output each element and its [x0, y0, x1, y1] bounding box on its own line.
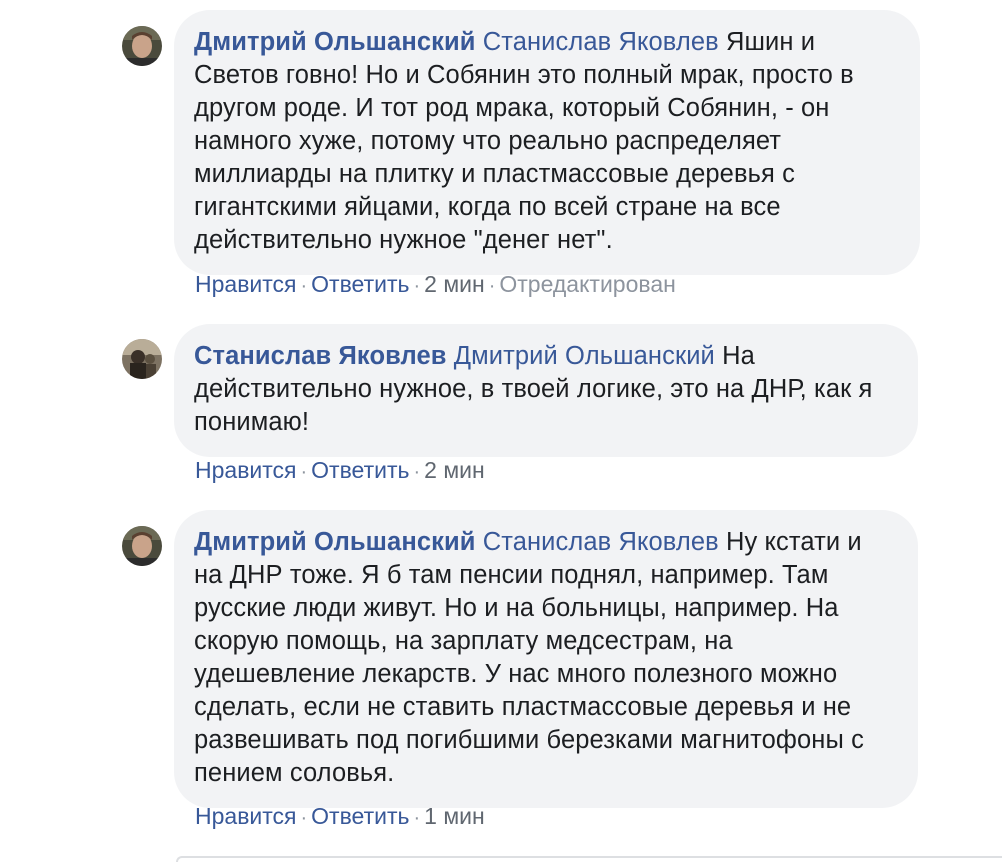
separator: ·: [413, 461, 421, 483]
comment-actions: Нравится · Ответить · 2 мин · Отредактирован: [195, 269, 676, 301]
next-comment-edge: [176, 856, 1002, 862]
mention-link[interactable]: Дмитрий Ольшанский: [454, 342, 715, 370]
separator: ·: [413, 807, 421, 829]
reply-button[interactable]: Ответить: [311, 271, 409, 297]
comment-bubble: Станислав Яковлев Дмитрий Ольшанский На …: [174, 324, 918, 457]
timestamp[interactable]: 2 мин: [424, 271, 485, 297]
edited-label[interactable]: Отредактирован: [499, 271, 675, 297]
comment-author-link[interactable]: Дмитрий Ольшанский: [194, 28, 476, 56]
avatar[interactable]: [122, 26, 162, 66]
comment-text: Ну кстати и на ДНР тоже. Я б там пенсии …: [194, 528, 864, 787]
avatar-image: [122, 339, 162, 379]
separator: ·: [300, 461, 308, 483]
comment-actions: Нравится · Ответить · 1 мин: [195, 801, 485, 833]
reply-button[interactable]: Ответить: [311, 803, 409, 829]
avatar[interactable]: [122, 526, 162, 566]
like-button[interactable]: Нравится: [195, 803, 297, 829]
separator: ·: [300, 807, 308, 829]
comment-author-link[interactable]: Дмитрий Ольшанский: [194, 528, 476, 556]
comment-thread: Дмитрий Ольшанский Станислав Яковлев Яши…: [0, 0, 1002, 862]
comment-text: Яшин и Светов говно! Но и Собянин это по…: [194, 28, 854, 254]
comment-bubble: Дмитрий Ольшанский Станислав Яковлев Яши…: [174, 10, 920, 275]
avatar-image: [122, 526, 162, 566]
like-button[interactable]: Нравится: [195, 271, 297, 297]
timestamp[interactable]: 2 мин: [424, 457, 485, 483]
avatar[interactable]: [122, 339, 162, 379]
mention-link[interactable]: Станислав Яковлев: [483, 528, 719, 556]
comment-bubble: Дмитрий Ольшанский Станислав Яковлев Ну …: [174, 510, 918, 808]
comment-author-link[interactable]: Станислав Яковлев: [194, 342, 447, 370]
separator: ·: [413, 275, 421, 297]
timestamp[interactable]: 1 мин: [424, 803, 485, 829]
avatar-image: [122, 26, 162, 66]
separator: ·: [300, 275, 308, 297]
reply-button[interactable]: Ответить: [311, 457, 409, 483]
mention-link[interactable]: Станислав Яковлев: [483, 28, 719, 56]
comment-actions: Нравится · Ответить · 2 мин: [195, 455, 485, 487]
separator: ·: [488, 275, 496, 297]
like-button[interactable]: Нравится: [195, 457, 297, 483]
